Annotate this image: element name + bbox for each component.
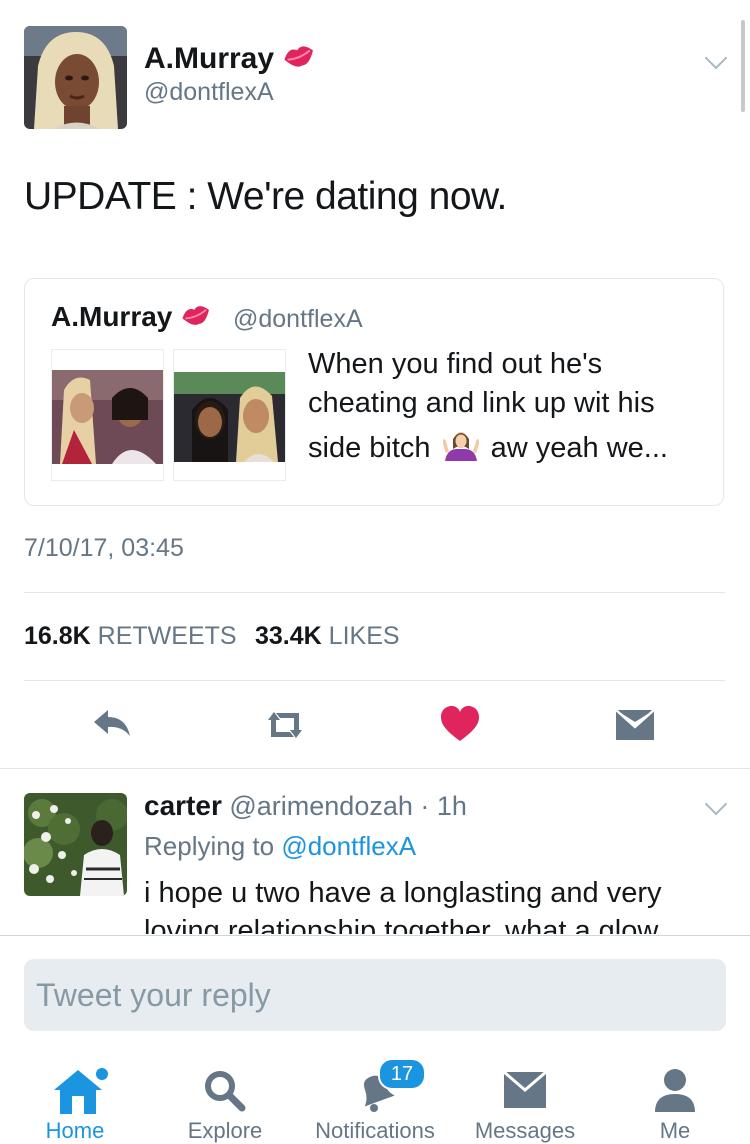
reply-text-line: i hope u two have a longlasting and very	[144, 877, 662, 909]
reply-header: carter @arimendozah · 1h	[144, 790, 467, 822]
retweets-stat[interactable]: 16.8K RETWEETS	[24, 622, 237, 651]
reply-input-placeholder: Tweet your reply	[36, 977, 271, 1013]
tab-home-label: Home	[45, 1118, 105, 1143]
tab-notifications[interactable]: 17 Notifications	[300, 1058, 450, 1143]
tab-notifications-label: Notifications	[315, 1118, 435, 1143]
display-name[interactable]: A.Murray	[144, 42, 316, 78]
user-handle[interactable]: @dontflexA	[144, 78, 274, 107]
heart-icon	[441, 706, 479, 741]
avatar[interactable]	[24, 26, 127, 129]
divider	[24, 592, 725, 593]
tab-me-label: Me	[659, 1118, 691, 1143]
tab-explore-label: Explore	[187, 1118, 263, 1143]
like-button[interactable]	[435, 700, 485, 750]
direct-message-button[interactable]	[610, 700, 660, 750]
retweets-count: 16.8K	[24, 622, 91, 650]
quoted-image-thumbnail[interactable]	[173, 349, 286, 481]
reply-time: · 1h	[420, 791, 467, 821]
reply-icon	[94, 710, 130, 736]
tweet-text: UPDATE : We're dating now.	[24, 175, 507, 218]
quoted-tweet-text: When you find out he's cheating and link…	[308, 345, 668, 474]
notifications-badge: 17	[378, 1058, 426, 1090]
reply-user-handle[interactable]: @arimendozah	[229, 791, 413, 821]
kiss-lips-icon	[180, 302, 212, 335]
divider	[0, 935, 750, 936]
quoted-display-name: A.Murray	[51, 301, 212, 335]
retweet-icon	[268, 712, 302, 738]
likes-label: LIKES	[328, 622, 400, 650]
reply-button[interactable]	[88, 700, 138, 750]
chevron-down-icon[interactable]	[704, 46, 728, 70]
search-icon	[205, 1071, 246, 1112]
tab-explore[interactable]: Explore	[150, 1060, 300, 1143]
tab-messages-label: Messages	[474, 1118, 576, 1143]
quoted-user-handle: @dontflexA	[233, 305, 363, 333]
quoted-text-line: cheating and link up wit his	[308, 387, 655, 419]
quoted-text-line: When you find out he's	[308, 348, 603, 380]
envelope-icon	[503, 1070, 547, 1108]
reply-text: i hope u two have a longlasting and very…	[144, 874, 744, 934]
home-icon	[54, 1068, 108, 1114]
tab-messages[interactable]: Messages	[450, 1060, 600, 1143]
replying-to: Replying to @dontflexA	[144, 831, 417, 861]
divider	[24, 680, 725, 681]
tab-me[interactable]: Me	[600, 1060, 750, 1143]
retweets-label: RETWEETS	[97, 622, 237, 650]
reply-display-name[interactable]: carter	[144, 790, 222, 821]
tweet-reply-input[interactable]: Tweet your reply	[24, 959, 726, 1031]
tab-home[interactable]: Home	[0, 1060, 150, 1143]
envelope-icon	[615, 709, 655, 740]
likes-count: 33.4K	[255, 622, 322, 650]
person-shrugging-emoji-icon	[441, 429, 480, 474]
quoted-tweet-card[interactable]: A.Murray @dontflexA When you find out he…	[24, 278, 724, 506]
tweet-timestamp: 7/10/17, 03:45	[24, 534, 184, 562]
replying-to-handle-link[interactable]: @dontflexA	[281, 831, 416, 861]
reply-avatar[interactable]	[24, 793, 127, 896]
scrollbar[interactable]	[741, 20, 745, 112]
retweet-button[interactable]	[260, 700, 310, 750]
quoted-text-line: side bitch aw yeah we...	[308, 429, 668, 474]
kiss-lips-icon	[282, 42, 316, 78]
divider	[0, 768, 750, 769]
person-icon	[655, 1069, 695, 1112]
likes-stat[interactable]: 33.4K LIKES	[255, 622, 400, 651]
chevron-down-icon[interactable]	[704, 792, 728, 816]
quoted-image-thumbnail[interactable]	[51, 349, 164, 481]
reply-text-line: loving relationship together. what a glo…	[144, 915, 659, 934]
